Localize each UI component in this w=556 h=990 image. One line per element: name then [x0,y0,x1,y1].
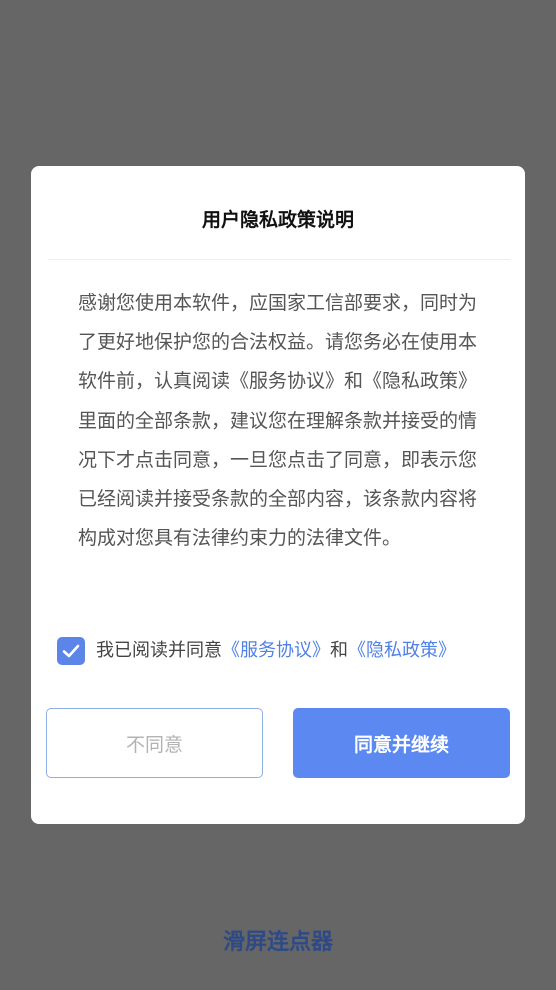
agree-text: 我已阅读并同意《服务协议》和《隐私政策》 [96,636,456,666]
agree-row: 我已阅读并同意《服务协议》和《隐私政策》 [57,636,507,666]
policy-text: 感谢您使用本软件，应国家工信部要求，同时为了更好地保护您的合法权益。请您务必在使… [78,292,478,550]
agree-checkbox[interactable] [57,637,85,665]
agree-prefix: 我已阅读并同意 [96,640,222,661]
title-divider [48,259,510,260]
service-agreement-link[interactable]: 《服务协议》 [222,640,330,661]
app-name: 滑屏连点器 [222,930,333,955]
checkmark-icon [62,644,80,658]
dialog-title: 用户隐私政策说明 [201,209,354,231]
agree-conjunction: 和 [330,640,348,661]
agree-continue-button[interactable]: 同意并继续 [293,708,510,778]
privacy-policy-link[interactable]: 《隐私政策》 [348,640,456,661]
privacy-dialog: 用户隐私政策说明 感谢您使用本软件，应国家工信部要求，同时为了更好地保护您的合法… [31,166,525,824]
disagree-button[interactable]: 不同意 [46,708,263,778]
